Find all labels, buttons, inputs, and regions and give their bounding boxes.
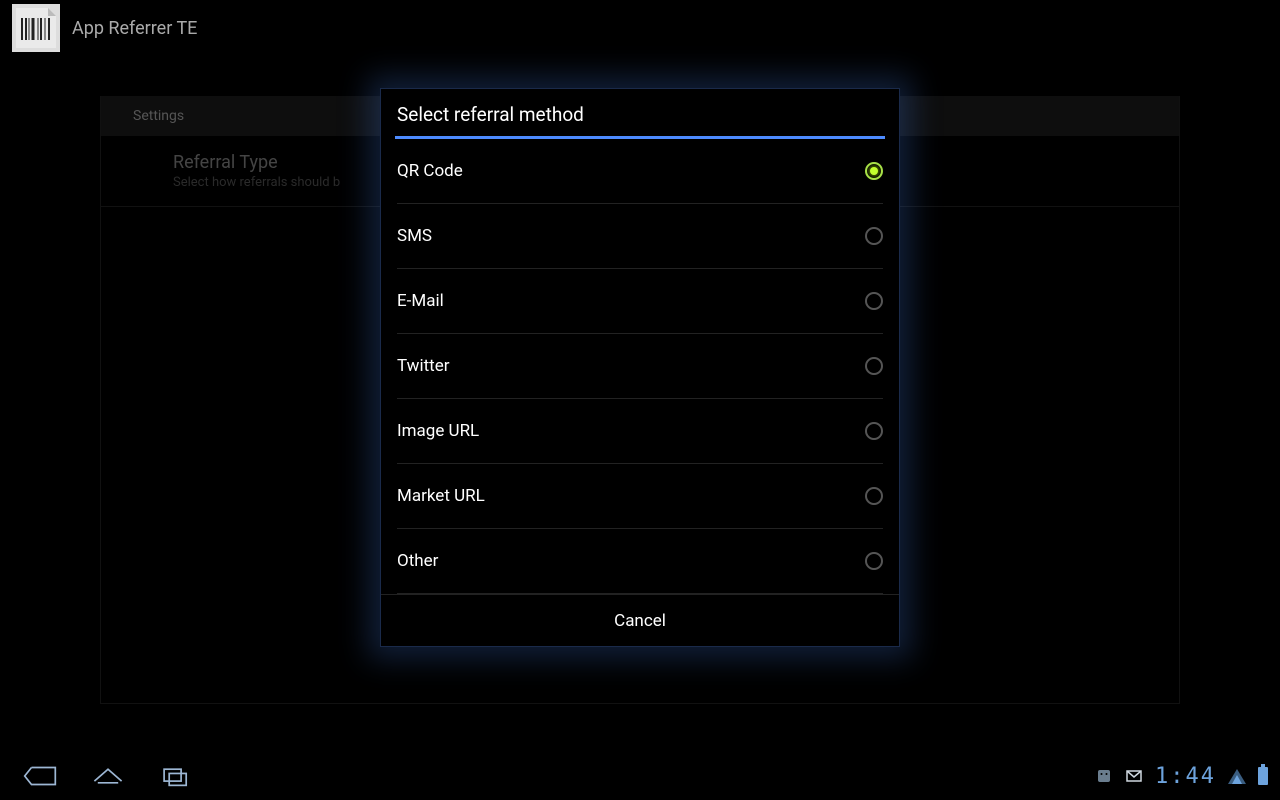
option-label: Image URL — [397, 421, 479, 441]
radio-icon — [865, 162, 883, 180]
select-referral-dialog: Select referral method QR Code SMS E-Mail T… — [380, 88, 900, 647]
clock: 1:44 — [1155, 764, 1216, 789]
option-image-url[interactable]: Image URL — [397, 399, 883, 464]
radio-icon — [865, 422, 883, 440]
option-qr-code[interactable]: QR Code — [397, 139, 883, 204]
option-label: Market URL — [397, 486, 485, 506]
recent-apps-button[interactable] — [156, 756, 196, 796]
radio-icon — [865, 487, 883, 505]
gmail-icon — [1125, 767, 1143, 785]
option-label: Twitter — [397, 356, 449, 376]
cancel-button[interactable]: Cancel — [381, 594, 899, 646]
system-navbar: 1:44 — [0, 752, 1280, 800]
radio-icon — [865, 292, 883, 310]
dialog-title: Select referral method — [381, 89, 899, 136]
back-button[interactable] — [20, 756, 60, 796]
option-label: QR Code — [397, 161, 463, 181]
nav-left — [20, 756, 196, 796]
dialog-backdrop: Select referral method QR Code SMS E-Mail T… — [0, 0, 1280, 800]
usb-debug-icon — [1095, 767, 1113, 785]
option-other[interactable]: Other — [397, 529, 883, 594]
option-label: SMS — [397, 226, 432, 246]
wifi-icon — [1228, 769, 1246, 784]
home-button[interactable] — [88, 756, 128, 796]
radio-icon — [865, 552, 883, 570]
option-label: Other — [397, 551, 438, 571]
option-market-url[interactable]: Market URL — [397, 464, 883, 529]
option-e-mail[interactable]: E-Mail — [397, 269, 883, 334]
option-twitter[interactable]: Twitter — [397, 334, 883, 399]
option-label: E-Mail — [397, 291, 444, 311]
radio-icon — [865, 227, 883, 245]
battery-icon — [1258, 767, 1268, 785]
option-sms[interactable]: SMS — [397, 204, 883, 269]
status-tray[interactable]: 1:44 — [1095, 764, 1268, 789]
radio-icon — [865, 357, 883, 375]
